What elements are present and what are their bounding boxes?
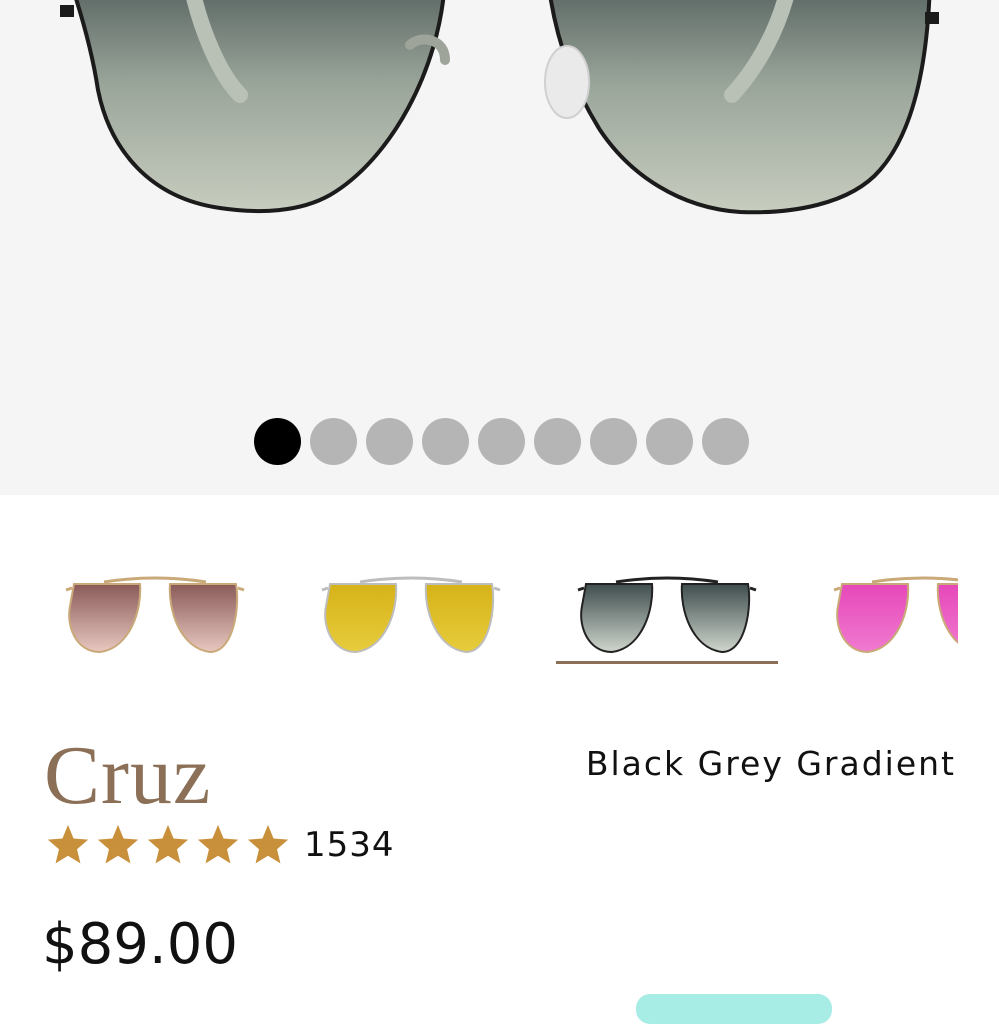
carousel-dot-6[interactable] [534, 418, 581, 465]
star-rating [44, 822, 294, 868]
star-icon [47, 824, 89, 864]
swatch-sunglasses-icon [577, 576, 757, 654]
swatch-brown-gradient[interactable] [44, 548, 266, 664]
carousel-dot-8[interactable] [646, 418, 693, 465]
carousel-dot-2[interactable] [310, 418, 357, 465]
star-icon [247, 824, 289, 864]
carousel-dot-4[interactable] [422, 418, 469, 465]
cut-off-badge [636, 994, 832, 1024]
swatch-sunglasses-icon [321, 576, 501, 654]
color-swatches [44, 548, 958, 668]
carousel-dot-5[interactable] [478, 418, 525, 465]
carousel-dot-9[interactable] [702, 418, 749, 465]
carousel-dot-7[interactable] [590, 418, 637, 465]
swatch-black-grey-gradient[interactable] [556, 548, 778, 664]
star-icon [197, 824, 239, 864]
swatch-sunglasses-icon [65, 576, 245, 654]
variant-name: Black Grey Gradient [585, 744, 956, 783]
product-title: Cruz [44, 729, 212, 822]
star-icon [97, 824, 139, 864]
swatch-sunglasses-icon [833, 576, 958, 654]
swatch-yellow-mirror[interactable] [300, 548, 522, 664]
carousel-dots [254, 418, 749, 465]
carousel-dot-3[interactable] [366, 418, 413, 465]
review-count[interactable]: 1534 [304, 825, 395, 865]
swatch-pink-mirror[interactable] [812, 548, 958, 664]
product-image[interactable] [0, 0, 999, 495]
carousel-dot-1[interactable] [254, 418, 301, 465]
star-icon [147, 824, 189, 864]
rating[interactable]: 1534 [44, 822, 395, 868]
price: $89.00 [42, 912, 238, 977]
